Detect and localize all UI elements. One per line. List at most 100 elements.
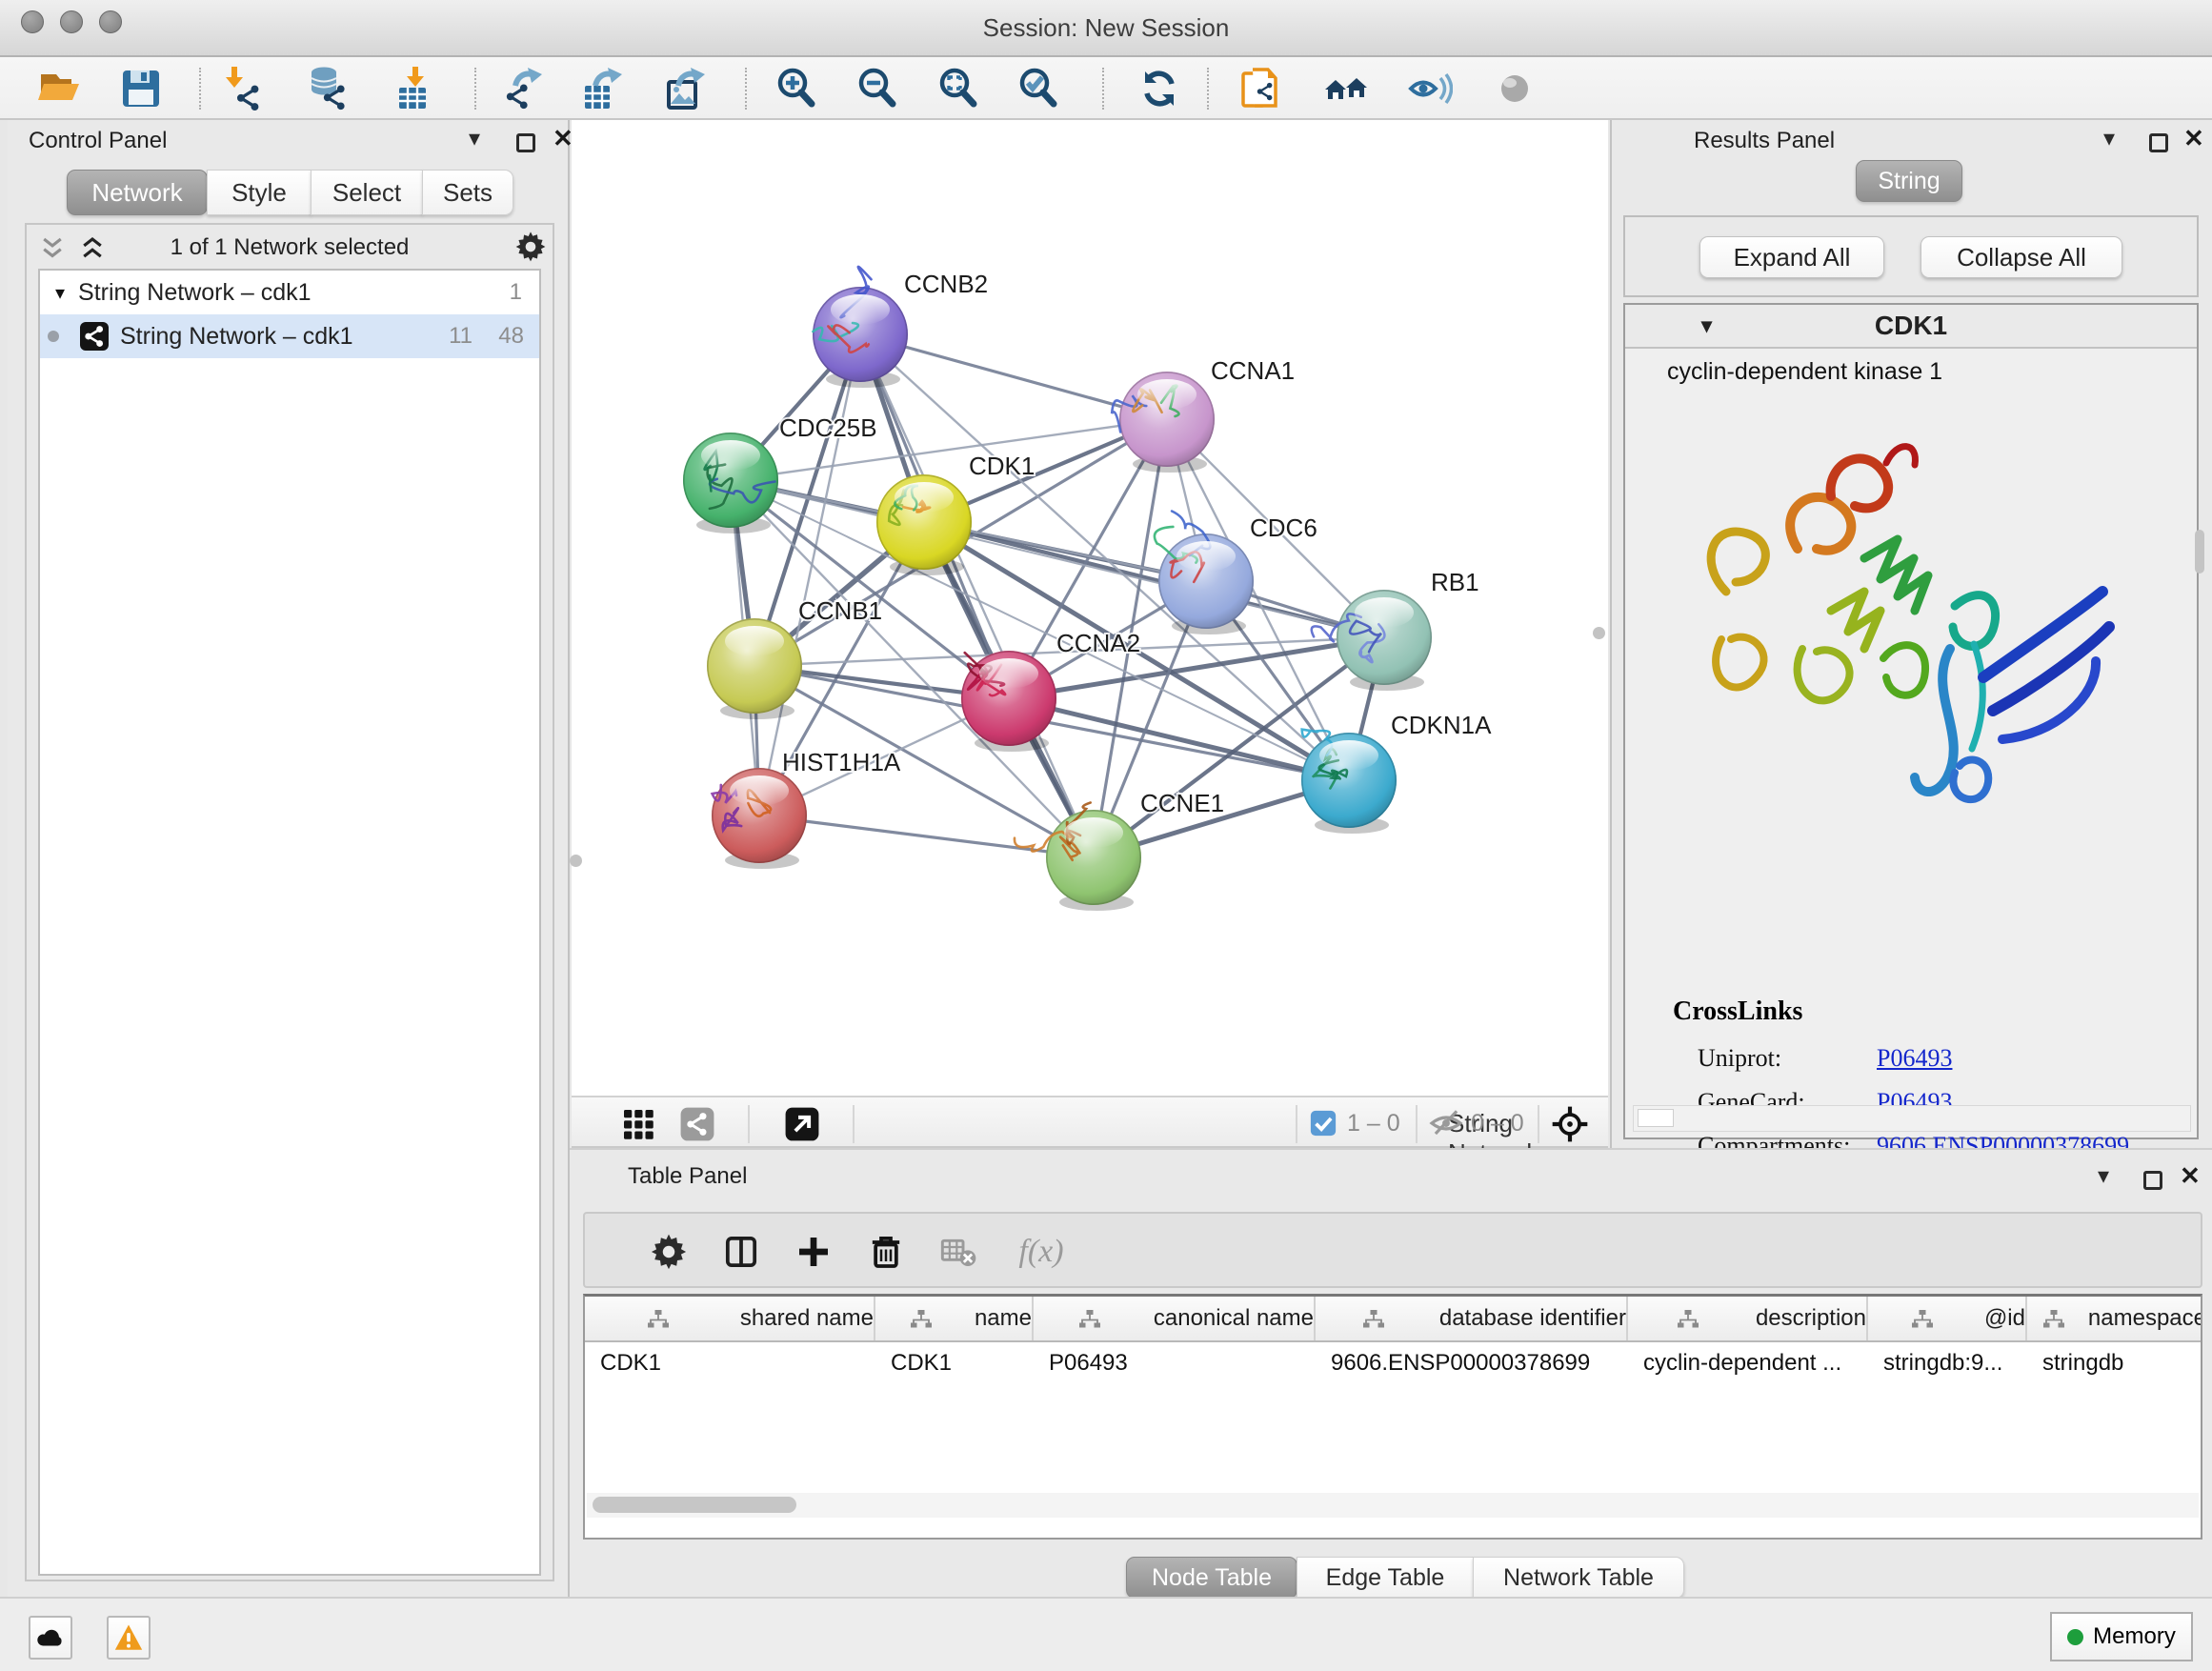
fx-icon: f(x) [1018,1234,1063,1269]
show-view-button[interactable] [1486,62,1543,115]
table-cell[interactable]: stringdb:9... [1868,1342,2027,1386]
birdseye-grid-button[interactable] [619,1105,657,1143]
collapse-results-button[interactable]: ▾ [2103,122,2115,154]
results-hscrollbar[interactable] [1633,1105,2191,1132]
column-header-namespace[interactable]: namespace [2027,1297,2202,1340]
column-header-canonical-name[interactable]: canonical name [1034,1297,1316,1340]
column-header-description[interactable]: description [1628,1297,1868,1340]
results-vscrollbar-thumb[interactable] [2195,530,2204,574]
expand-all-button[interactable]: Expand All [1699,236,1884,278]
clear-table-button[interactable] [935,1229,981,1275]
column-header-label: canonical name [1154,1305,1314,1332]
column-header-database-identifier[interactable]: database identifier [1316,1297,1628,1340]
node-HIST1H1A[interactable]: HIST1H1A [712,748,901,869]
close-icon: ✕ [2180,1161,2201,1190]
fit-content-button[interactable] [1551,1105,1589,1143]
export-network-icon [502,66,548,111]
network-row[interactable]: String Network – cdk1 11 48 [40,314,539,358]
float-panel-button[interactable] [516,128,535,160]
table-row[interactable]: CDK1CDK1P064939606.ENSP00000378699cyclin… [585,1342,2201,1386]
network-canvas[interactable]: CCNB2CCNA1CDC25BCDK1CDC6RB1CCNB1CCNA2CDK… [572,120,1608,1096]
network-list-frame: 1 of 1 Network selected ▾ String Network… [25,223,554,1581]
network-share-button[interactable] [678,1105,716,1143]
tab-network-table[interactable]: Network Table [1473,1557,1684,1599]
results-panel-title: Results Panel [1694,128,1835,154]
column-header-@id[interactable]: @id [1868,1297,2027,1340]
function-builder-button[interactable]: f(x) [1008,1229,1075,1275]
collapse-table-button[interactable]: ▾ [2098,1159,2109,1192]
table-cell[interactable]: stringdb [2027,1342,2202,1386]
close-table-button[interactable]: ✕ [2180,1159,2201,1192]
network-graph[interactable]: CCNB2CCNA1CDC25BCDK1CDC6RB1CCNB1CCNA2CDK… [572,120,1608,1096]
node-CDKN1A[interactable]: CDKN1A [1301,711,1492,834]
table-toolbar: f(x) [583,1212,2202,1288]
table-options-button[interactable] [646,1229,692,1275]
node-label-CDKN1A: CDKN1A [1391,711,1492,739]
detach-view-button[interactable] [783,1105,821,1143]
float-results-button[interactable] [2149,128,2168,160]
zoom-fit-button[interactable] [930,62,987,115]
export-table-button[interactable] [576,62,633,115]
save-session-button[interactable] [112,62,170,115]
node-label-CCNA2: CCNA2 [1056,629,1140,657]
column-header-shared-name[interactable]: shared name [585,1297,875,1340]
import-network-file-button[interactable] [214,62,271,115]
select-columns-button[interactable] [718,1229,764,1275]
export-image-button[interactable] [659,62,716,115]
collapse-all-button[interactable]: Collapse All [1920,236,2122,278]
left-splitter-handle[interactable] [570,855,582,867]
collapse-panel-button[interactable]: ▾ [469,122,480,154]
title-bar: Session: New Session [0,0,2212,57]
tab-string[interactable]: String [1856,160,1962,202]
column-header-name[interactable]: name [875,1297,1034,1340]
tab-style[interactable]: Style [207,170,312,215]
cloud-status-button[interactable] [29,1616,72,1660]
memory-button[interactable]: Memory [2050,1612,2193,1661]
tab-select[interactable]: Select [311,170,423,215]
zoom-out-button[interactable] [849,62,906,115]
network-options-button[interactable] [514,231,547,263]
collapse-gene-caret[interactable]: ▾ [1701,305,1712,347]
table-cell[interactable]: P06493 [1034,1342,1316,1386]
node-table: shared namename canonical namedatabase id… [583,1294,2202,1540]
tab-sets[interactable]: Sets [422,170,513,215]
table-cell[interactable]: cyclin-dependent ... [1628,1342,1868,1386]
hscrollbar-thumb[interactable] [593,1497,796,1513]
table-cell[interactable]: CDK1 [875,1342,1034,1386]
edge-CCNB2-HIST1H1A[interactable] [759,334,860,815]
browser-home-button[interactable] [1317,62,1375,115]
selected-nodes-checkbox[interactable] [1309,1109,1337,1137]
close-results-button[interactable]: ✕ [2183,122,2204,154]
right-splitter-handle[interactable] [1593,627,1605,639]
table-cell[interactable]: CDK1 [585,1342,875,1386]
gene-description: cyclin-dependent kinase 1 [1625,349,2197,386]
create-column-button[interactable] [791,1229,836,1275]
apply-layout-button[interactable] [1131,62,1188,115]
close-panel-button[interactable]: ✕ [553,122,573,154]
import-network-database-button[interactable] [299,62,356,115]
warnings-button[interactable] [107,1616,151,1660]
toolbar-separator [199,68,201,110]
export-network-button[interactable] [496,62,553,115]
zoom-in-button[interactable] [768,62,825,115]
column-type-icon [1362,1307,1385,1330]
open-session-button[interactable] [31,62,89,115]
table-hscrollbar[interactable] [587,1493,2199,1518]
zoom-selected-button[interactable] [1010,62,1067,115]
selected-nodes-count: 1 – 0 [1347,1110,1400,1137]
tab-node-table[interactable]: Node Table [1126,1557,1297,1599]
float-table-button[interactable] [2143,1165,2162,1198]
crosslink-link[interactable]: P06493 [1877,1044,1952,1073]
delete-column-button[interactable] [863,1229,909,1275]
share-network-button[interactable] [1234,62,1291,115]
node-CCNB1[interactable]: CCNB1 [707,596,882,719]
tab-network[interactable]: Network [67,170,208,215]
graphics-details-button[interactable] [1401,62,1458,115]
network-collection-row[interactable]: ▾ String Network – cdk1 1 [40,271,539,314]
tab-edge-table[interactable]: Edge Table [1297,1557,1474,1599]
edge-CCNE1-HIST1H1A[interactable] [759,815,1094,857]
import-table-button[interactable] [388,62,445,115]
edge-CCNB2-CCNE1[interactable] [860,334,1094,857]
hidden-elements-count: 0 – 0 [1471,1110,1524,1137]
table-cell[interactable]: 9606.ENSP00000378699 [1316,1342,1628,1386]
